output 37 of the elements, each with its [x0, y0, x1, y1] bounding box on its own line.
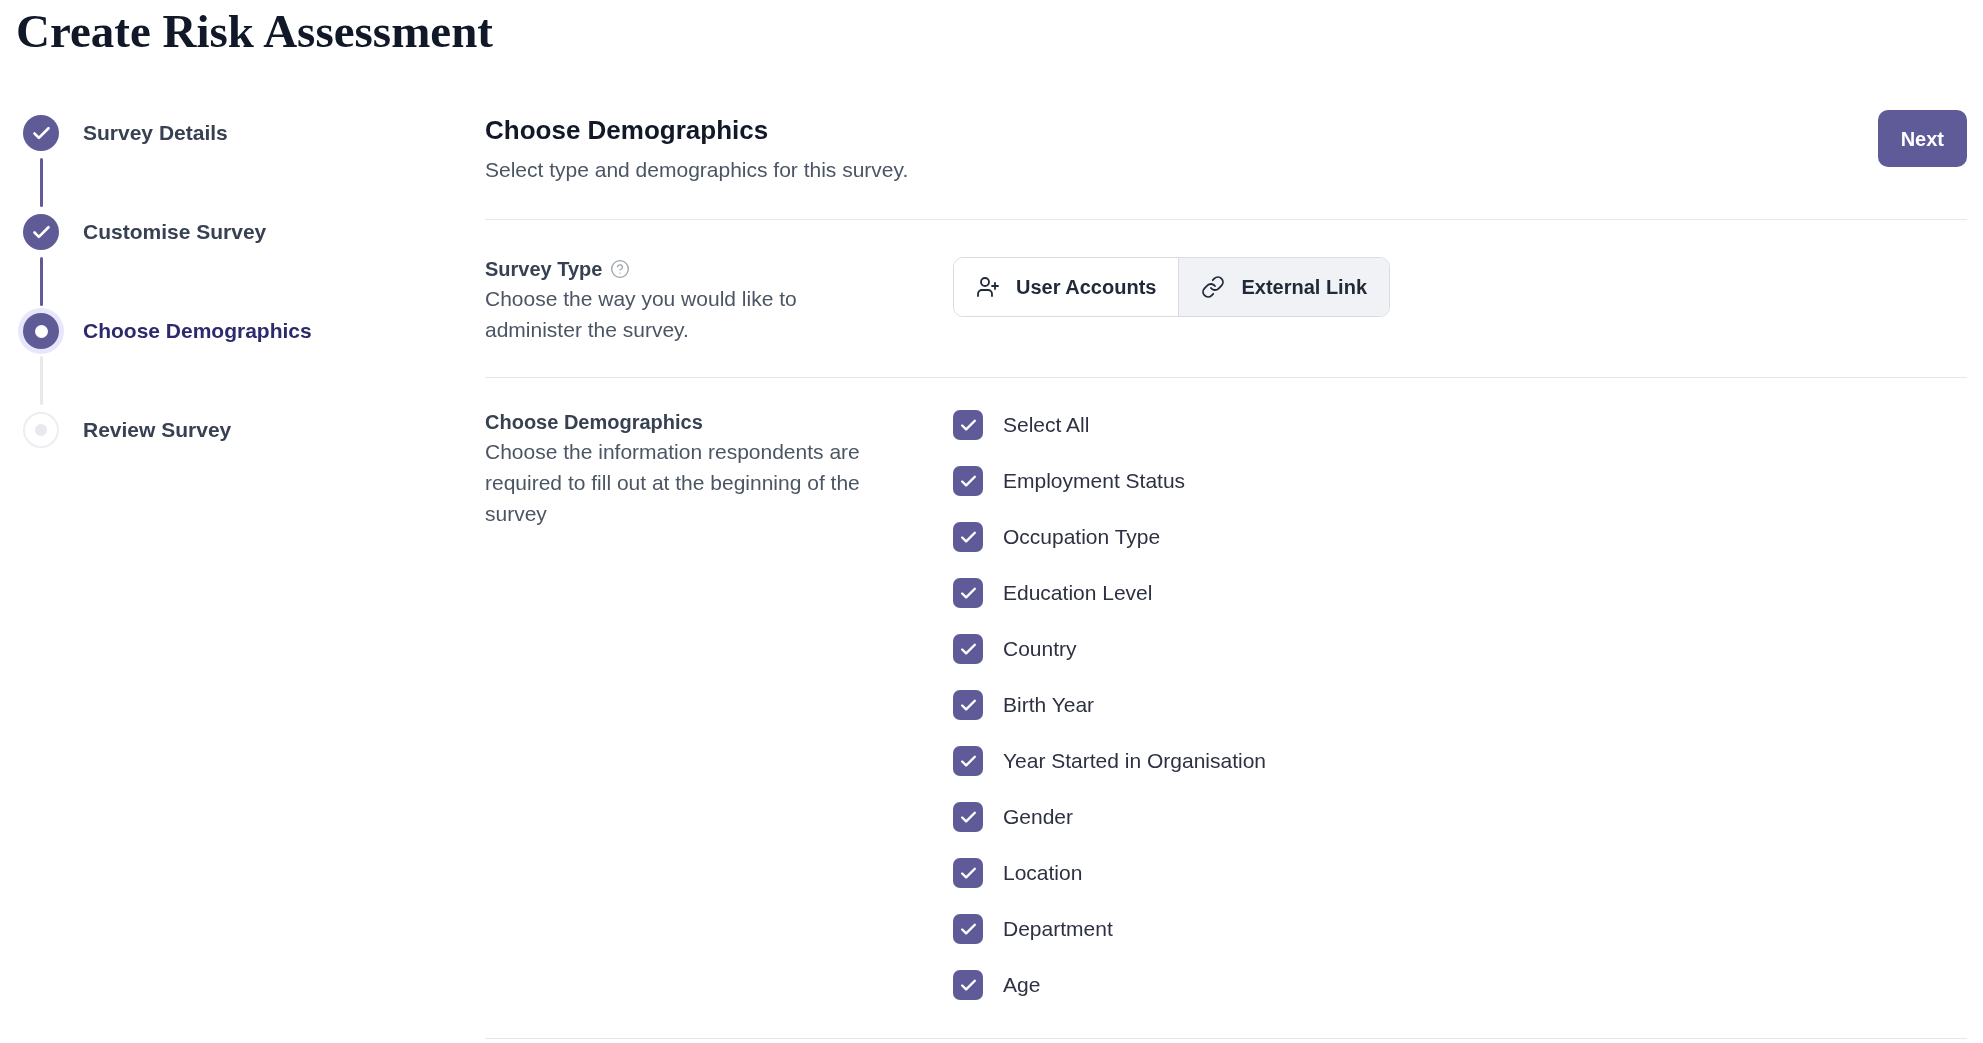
- checkbox[interactable]: [953, 690, 983, 720]
- step-label: Survey Details: [83, 120, 228, 146]
- user-plus-icon: [976, 275, 1000, 299]
- link-icon: [1201, 275, 1226, 299]
- checkbox[interactable]: [953, 634, 983, 664]
- checkbox-label: Employment Status: [1003, 468, 1186, 494]
- checkbox-label: Birth Year: [1003, 692, 1095, 718]
- checkbox-label: Country: [1003, 636, 1077, 662]
- field-label: Survey Type: [485, 257, 603, 282]
- step-label: Choose Demographics: [83, 318, 312, 344]
- section-title: Choose Demographics: [485, 114, 769, 146]
- step-label: Review Survey: [83, 417, 232, 443]
- page-title: Create Risk Assessment: [15, 4, 493, 57]
- checkbox-label: Occupation Type: [1003, 524, 1161, 550]
- section-subtitle: Select type and demographics for this survey.: [485, 157, 909, 183]
- checkbox[interactable]: [953, 858, 983, 888]
- checkbox-label: Education Level: [1003, 580, 1153, 606]
- survey-type-option[interactable]: External Link: [1178, 258, 1390, 316]
- next-button[interactable]: Next: [1877, 110, 1967, 167]
- checkbox-label: Select All: [1003, 412, 1090, 438]
- checkbox[interactable]: [953, 466, 983, 496]
- checkbox[interactable]: [953, 410, 983, 440]
- checkbox-label: Department: [1003, 916, 1113, 942]
- step-label: Customise Survey: [83, 219, 267, 245]
- checkbox[interactable]: [953, 970, 983, 1000]
- field-description: Choose the information respondents are required to fill out at the beginning of the survey: [485, 439, 861, 527]
- field-label: Choose Demographics: [485, 410, 703, 435]
- field-description: Choose the way you would like to administer the survey.: [485, 286, 798, 343]
- checkbox[interactable]: [953, 578, 983, 608]
- checkbox[interactable]: [953, 802, 983, 832]
- checkbox[interactable]: [953, 522, 983, 552]
- checkbox[interactable]: [953, 914, 983, 944]
- checkbox-label: Location: [1003, 860, 1083, 886]
- checkbox-label: Gender: [1003, 804, 1074, 830]
- checkbox[interactable]: [953, 746, 983, 776]
- checkbox-label: Year Started in Organisation: [1003, 748, 1267, 774]
- checkbox-label: Age: [1003, 972, 1041, 998]
